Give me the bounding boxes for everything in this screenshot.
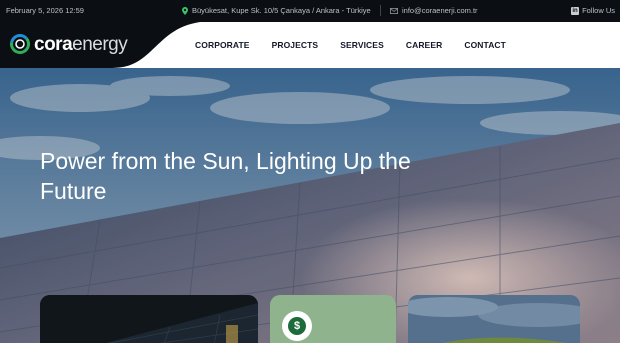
landscape-thumbnail xyxy=(408,295,580,343)
address-item: Büyükesat, Kupe Sk. 10/5 Çankaya / Ankar… xyxy=(182,6,371,15)
top-info-bar: February 5, 2026 12:59 Büyükesat, Kupe S… xyxy=(0,0,620,22)
dollar-sign: $ xyxy=(288,317,306,335)
main-navigation: CORPORATE PROJECTS SERVICES CAREER CONTA… xyxy=(195,22,506,68)
brand-logo[interactable]: coraenergy xyxy=(9,33,128,55)
location-pin-icon xyxy=(182,6,188,15)
brand-name-light: energy xyxy=(72,33,128,55)
follow-us-label: Follow Us xyxy=(582,6,615,15)
solar-panel-thumbnail xyxy=(40,295,258,343)
hero-title: Power from the Sun, Lighting Up the Futu… xyxy=(40,148,411,204)
envelope-icon xyxy=(390,7,398,14)
current-date: February 5, 2026 12:59 xyxy=(6,6,84,15)
email-item[interactable]: info@coraenerji.com.tr xyxy=(390,6,478,15)
finance-card[interactable]: $ xyxy=(270,295,396,343)
nav-corporate[interactable]: CORPORATE xyxy=(195,40,250,50)
address-text: Büyükesat, Kupe Sk. 10/5 Çankaya / Ankar… xyxy=(192,6,371,15)
site-header: coraenergy CORPORATE PROJECTS SERVICES C… xyxy=(0,22,620,68)
cora-logo-icon xyxy=(10,34,30,54)
nav-contact[interactable]: CONTACT xyxy=(464,40,506,50)
linkedin-icon[interactable]: in xyxy=(571,6,580,15)
nav-services[interactable]: SERVICES xyxy=(340,40,384,50)
logo-area[interactable]: coraenergy xyxy=(0,22,200,68)
landscape-card[interactable] xyxy=(408,295,580,343)
follow-us-link[interactable]: in Follow Us xyxy=(571,6,615,15)
nav-career[interactable]: CAREER xyxy=(406,40,443,50)
email-link[interactable]: info@coraenerji.com.tr xyxy=(402,6,478,15)
money-coin-icon: $ xyxy=(282,311,312,341)
topbar-divider xyxy=(380,5,381,16)
brand-name-bold: cora xyxy=(34,33,73,55)
nav-projects[interactable]: PROJECTS xyxy=(272,40,319,50)
solar-panel-card[interactable] xyxy=(40,295,258,343)
brand-name: coraenergy xyxy=(34,33,128,55)
